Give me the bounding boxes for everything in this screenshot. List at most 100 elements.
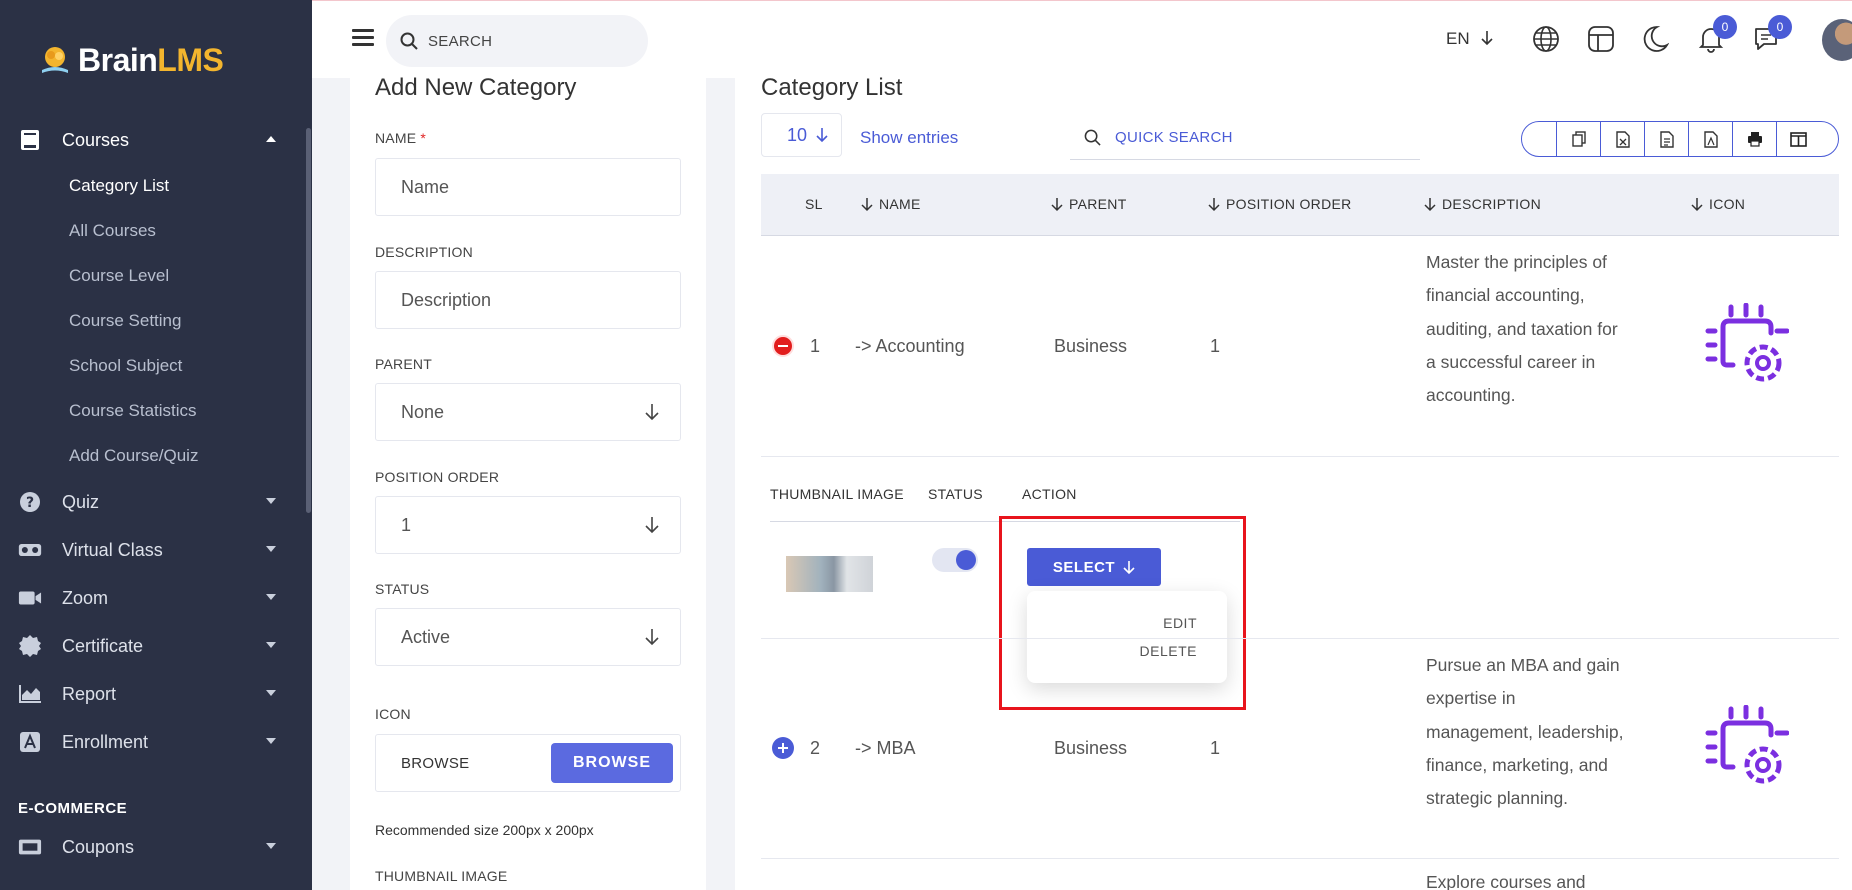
sidebar-subitem-all-courses[interactable]: All Courses (69, 221, 156, 241)
parent-select[interactable]: None (375, 383, 681, 441)
row-2-parent: Business (1054, 738, 1128, 758)
column-name[interactable]: NAME (861, 196, 921, 212)
caret-down-icon (266, 738, 276, 744)
csv-icon[interactable] (1644, 122, 1688, 156)
parent-label: PARENT (375, 356, 432, 372)
row-1-description: Master the principles of financial accou… (1426, 252, 1618, 406)
vr-headset-icon (18, 538, 42, 562)
svg-text:?: ? (26, 495, 34, 511)
sidebar-subitem-category-list[interactable]: Category List (69, 176, 169, 196)
sort-arrow-icon (1208, 197, 1220, 211)
hamburger-menu-icon[interactable] (352, 29, 374, 47)
video-camera-icon (18, 586, 42, 610)
layout-icon[interactable] (1585, 23, 1617, 55)
sidebar: BrainLMS Courses Category List All Cours… (0, 0, 312, 890)
excel-icon[interactable] (1600, 122, 1644, 156)
sidebar-item-certificate[interactable]: Certificate (0, 626, 300, 666)
column-parent[interactable]: PARENT (1051, 196, 1127, 212)
columns-icon[interactable] (1776, 122, 1820, 156)
sidebar-item-quiz[interactable]: ? Quiz (0, 482, 300, 522)
list-title: Category List (761, 74, 903, 101)
description-placeholder: Description (401, 289, 492, 310)
sidebar-item-courses[interactable]: Courses (0, 120, 300, 160)
dark-mode-moon-icon[interactable] (1640, 23, 1672, 55)
search-icon (400, 32, 418, 50)
sidebar-subitem-add-course-quiz[interactable]: Add Course/Quiz (69, 446, 198, 466)
sidebar-subitem-course-level[interactable]: Course Level (69, 266, 169, 286)
category-gear-icon (1705, 303, 1789, 382)
caret-down-icon (266, 642, 276, 648)
row-1-parent: Business (1054, 336, 1128, 356)
position-order-label: POSITION ORDER (375, 469, 500, 485)
column-icon[interactable]: ICON (1691, 196, 1745, 212)
entries-select[interactable]: 10 (761, 113, 842, 157)
entries-value: 10 (787, 124, 808, 145)
toggle-knob (956, 550, 976, 570)
messages-chat-icon[interactable]: 0 (1750, 15, 1792, 55)
position-order-select[interactable]: 1 (375, 496, 681, 554)
quick-search-input[interactable]: QUICK SEARCH (1070, 115, 1420, 160)
print-icon[interactable] (1732, 122, 1776, 156)
browse-button[interactable]: BROWSE (551, 743, 673, 783)
row-1-sl: 1 (810, 336, 821, 356)
brand-logo[interactable]: BrainLMS (38, 42, 224, 79)
form-title: Add New Category (375, 74, 577, 101)
search-placeholder: SEARCH (428, 32, 493, 50)
name-field[interactable]: Name (375, 158, 681, 216)
sidebar-subitem-school-subject[interactable]: School Subject (69, 356, 182, 376)
sidebar-item-label: Report (62, 683, 117, 704)
collapse-row-button[interactable] (772, 335, 794, 357)
thumbnail-label: THUMBNAIL IMAGE (375, 868, 508, 884)
notifications-bell-icon[interactable]: 0 (1695, 15, 1737, 55)
parent-value: None (401, 401, 445, 422)
globe-icon[interactable] (1530, 23, 1562, 55)
caret-down-icon (266, 690, 276, 696)
sort-arrow-icon (1424, 197, 1436, 211)
row-2-description: Pursue an MBA and gain expertise in mana… (1426, 655, 1624, 809)
user-avatar[interactable] (1822, 19, 1852, 61)
caret-up-icon (266, 136, 276, 142)
sidebar-scrollbar[interactable] (306, 128, 311, 513)
search-input[interactable]: SEARCH (386, 15, 648, 67)
detail-column-action: ACTION (1022, 486, 1077, 502)
sidebar-item-enrollment[interactable]: Enrollment (0, 722, 300, 762)
caret-down-icon (266, 546, 276, 552)
sort-arrow-icon (1051, 197, 1063, 211)
column-description[interactable]: DESCRIPTION (1424, 196, 1541, 212)
book-icon (18, 128, 42, 152)
icon-size-hint: Recommended size 200px x 200px (375, 822, 594, 838)
arrow-down-icon (645, 517, 659, 534)
arrow-down-icon (1481, 31, 1493, 46)
column-sl[interactable]: SL (805, 196, 823, 212)
sort-arrow-icon (861, 197, 873, 211)
export-button-group (1521, 121, 1839, 157)
status-select[interactable]: Active (375, 608, 681, 666)
thumbnail-image (786, 556, 873, 592)
highlight-box (999, 516, 1246, 710)
description-field[interactable]: Description (375, 271, 681, 329)
sidebar-item-zoom[interactable]: Zoom (0, 578, 300, 618)
name-placeholder: Name (401, 176, 450, 197)
area-chart-icon (18, 682, 42, 706)
expand-row-button[interactable] (772, 737, 794, 759)
icon-file-input[interactable]: BROWSE BROWSE (375, 734, 681, 792)
row-2-name: -> MBA (855, 738, 916, 758)
copy-icon[interactable] (1556, 122, 1600, 156)
sidebar-item-virtual-class[interactable]: Virtual Class (0, 530, 300, 570)
notifications-badge: 0 (1713, 15, 1737, 39)
sidebar-item-report[interactable]: Report (0, 674, 300, 714)
question-circle-icon: ? (18, 490, 42, 514)
status-toggle[interactable] (932, 548, 978, 572)
language-selector[interactable]: EN (1446, 29, 1494, 49)
sidebar-item-coupons[interactable]: Coupons (0, 827, 300, 867)
column-position-order[interactable]: POSITION ORDER (1208, 196, 1352, 212)
detail-column-thumbnail: THUMBNAIL IMAGE (770, 486, 904, 502)
pdf-icon[interactable] (1688, 122, 1732, 156)
row-2-sl: 2 (810, 738, 821, 758)
arrow-down-icon (645, 404, 659, 421)
brand-name: BrainLMS (78, 42, 224, 78)
detail-column-status: STATUS (928, 486, 983, 502)
sidebar-subitem-course-setting[interactable]: Course Setting (69, 311, 181, 331)
row-divider (761, 456, 1839, 457)
sidebar-subitem-course-statistics[interactable]: Course Statistics (69, 401, 197, 421)
